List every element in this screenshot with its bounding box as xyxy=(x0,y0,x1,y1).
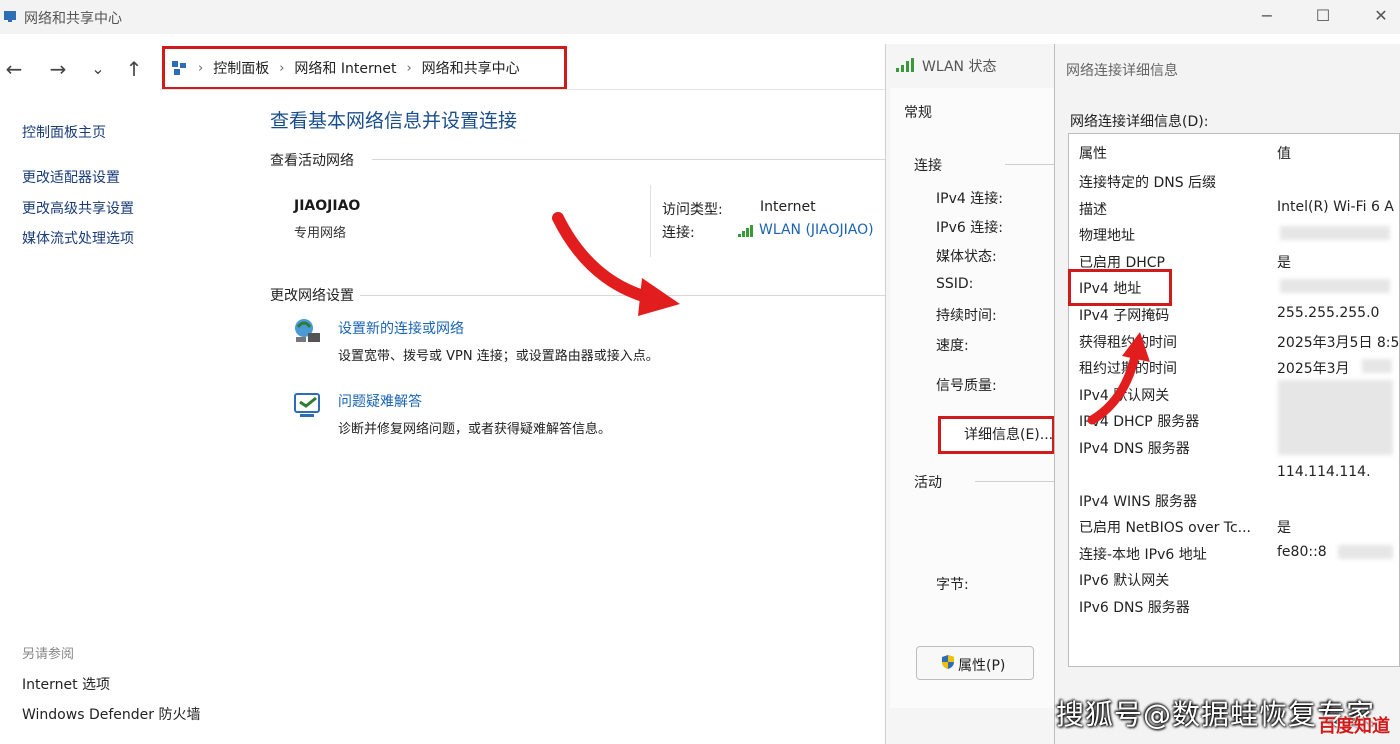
network-type: 专用网络 xyxy=(294,226,347,241)
redacted-value xyxy=(1280,226,1390,240)
access-type-label: 访问类型: xyxy=(662,202,723,218)
network-setup-icon xyxy=(295,319,320,342)
wlan-connection-link[interactable]: WLAN (JIAOJIAO) xyxy=(759,222,885,238)
detail-property: IPv6 默认网关 xyxy=(1079,573,1170,589)
breadcrumb-control-panel[interactable]: 控制面板 xyxy=(213,58,269,78)
redacted-value xyxy=(1278,380,1393,455)
back-button[interactable]: ← xyxy=(0,56,28,82)
ssid-label: SSID: xyxy=(936,276,974,292)
troubleshoot-icon xyxy=(294,393,320,417)
detail-property: 已启用 NetBIOS over Tc... xyxy=(1079,520,1252,536)
sidebar-advanced-sharing-link[interactable]: 更改高级共享设置 xyxy=(22,198,134,218)
detail-property: IPv4 子网掩码 xyxy=(1079,308,1170,324)
network-center-icon xyxy=(4,11,16,22)
detail-value: 是 xyxy=(1277,255,1291,271)
wlan-dialog-title: WLAN 状态 xyxy=(922,59,997,75)
troubleshoot-link[interactable]: 问题疑难解答 xyxy=(338,391,422,411)
ipv6-connectivity-label: IPv6 连接: xyxy=(936,220,1003,236)
detail-property: 连接-本地 IPv6 地址 xyxy=(1079,547,1207,563)
redacted-value xyxy=(1338,545,1393,559)
detail-value: 255.255.255.0 xyxy=(1277,305,1380,321)
ipv4-connectivity-label: IPv4 连接: xyxy=(936,191,1003,207)
detail-property: 租约过期的时间 xyxy=(1079,361,1177,377)
tab-general[interactable]: 常规 xyxy=(904,102,932,122)
detail-value: 2025年3月 xyxy=(1277,361,1350,377)
page-title: 查看基本网络信息并设置连接 xyxy=(270,110,518,132)
breadcrumb-separator: › xyxy=(279,60,285,76)
ipv4-address-highlight xyxy=(1068,269,1172,306)
breadcrumb: › 控制面板 › 网络和 Internet › 网络和共享中心 xyxy=(170,58,520,78)
redacted-value xyxy=(1362,359,1392,373)
detail-property: 描述 xyxy=(1079,202,1107,218)
internet-options-link[interactable]: Internet 选项 xyxy=(22,674,110,694)
media-state-label: 媒体状态: xyxy=(936,249,997,265)
forward-button[interactable]: → xyxy=(44,56,72,82)
detail-value: 2025年3月5日 8:5 xyxy=(1277,335,1400,351)
shield-icon xyxy=(942,655,954,669)
detail-value: fe80::8 xyxy=(1277,544,1327,560)
breadcrumb-network-internet[interactable]: 网络和 Internet xyxy=(294,58,396,78)
divider xyxy=(1005,164,1055,165)
detail-property: IPv6 DNS 服务器 xyxy=(1079,600,1190,616)
wifi-signal-icon xyxy=(738,225,753,237)
detail-property: IPv4 默认网关 xyxy=(1079,388,1170,404)
change-settings-heading: 更改网络设置 xyxy=(270,288,354,304)
detail-property: 连接特定的 DNS 后缀 xyxy=(1079,175,1217,191)
connection-label: 连接: xyxy=(662,225,695,241)
properties-button-label[interactable]: 属性(P) xyxy=(958,655,1005,675)
connection-section-heading: 连接 xyxy=(914,158,942,174)
divider xyxy=(975,481,1055,482)
column-header-value[interactable]: 值 xyxy=(1277,143,1291,163)
troubleshoot-description: 诊断并修复网络问题，或者获得疑难解答信息。 xyxy=(338,422,612,437)
control-panel-icon xyxy=(172,61,186,75)
detail-property: 物理地址 xyxy=(1079,228,1135,244)
divider xyxy=(160,89,885,90)
detail-property: 获得租约的时间 xyxy=(1079,335,1177,351)
baidu-zhidao-logo: 百度知道 xyxy=(1318,716,1390,737)
detail-property: IPv4 DHCP 服务器 xyxy=(1079,414,1200,430)
maximize-button[interactable]: ☐ xyxy=(1308,4,1338,28)
sidebar-home-link[interactable]: 控制面板主页 xyxy=(22,122,106,142)
setup-connection-description: 设置宽带、拨号或 VPN 连接；或设置路由器或接入点。 xyxy=(338,349,659,364)
signal-quality-label: 信号质量: xyxy=(936,378,997,394)
sidebar-media-streaming-link[interactable]: 媒体流式处理选项 xyxy=(22,228,134,248)
close-button[interactable]: ✕ xyxy=(1366,4,1396,28)
window-title: 网络和共享中心 xyxy=(24,11,122,27)
breadcrumb-network-center[interactable]: 网络和共享中心 xyxy=(422,58,520,78)
detail-property: IPv4 DNS 服务器 xyxy=(1079,441,1190,457)
title-bar xyxy=(0,0,1400,34)
breadcrumb-separator: › xyxy=(406,60,412,76)
divider xyxy=(650,185,651,257)
divider xyxy=(372,159,885,160)
breadcrumb-separator: › xyxy=(198,60,204,76)
detail-value: 是 xyxy=(1277,520,1291,536)
sidebar-adapter-settings-link[interactable]: 更改适配器设置 xyxy=(22,167,120,187)
detail-value: Intel(R) Wi-Fi 6 A xyxy=(1277,199,1394,215)
wlan-dialog-body xyxy=(890,88,1065,708)
speed-label: 速度: xyxy=(936,338,969,354)
details-list-label: 网络连接详细信息(D): xyxy=(1070,114,1209,130)
access-type-value: Internet xyxy=(760,199,816,215)
detail-property: IPv4 WINS 服务器 xyxy=(1079,494,1197,510)
details-dialog-title: 网络连接详细信息 xyxy=(1066,63,1178,79)
up-button[interactable]: ↑ xyxy=(120,56,148,82)
setup-connection-link[interactable]: 设置新的连接或网络 xyxy=(338,318,464,338)
divider xyxy=(360,295,885,296)
active-networks-heading: 查看活动网络 xyxy=(270,153,354,169)
detail-value: 114.114.114. xyxy=(1277,464,1371,480)
duration-label: 持续时间: xyxy=(936,308,997,324)
bytes-label: 字节: xyxy=(936,577,969,593)
network-name: JIAOJIAO xyxy=(294,198,361,214)
activity-section-heading: 活动 xyxy=(914,475,942,491)
redacted-value xyxy=(1280,279,1390,293)
wlan-signal-icon xyxy=(896,58,914,72)
minimize-button[interactable]: − xyxy=(1252,4,1282,28)
see-also-heading: 另请参阅 xyxy=(22,647,75,662)
details-button-label[interactable]: 详细信息(E)... xyxy=(964,424,1053,444)
firewall-link[interactable]: Windows Defender 防火墙 xyxy=(22,704,200,724)
history-button[interactable]: ⌄ xyxy=(84,56,112,82)
column-header-property[interactable]: 属性 xyxy=(1079,143,1107,163)
